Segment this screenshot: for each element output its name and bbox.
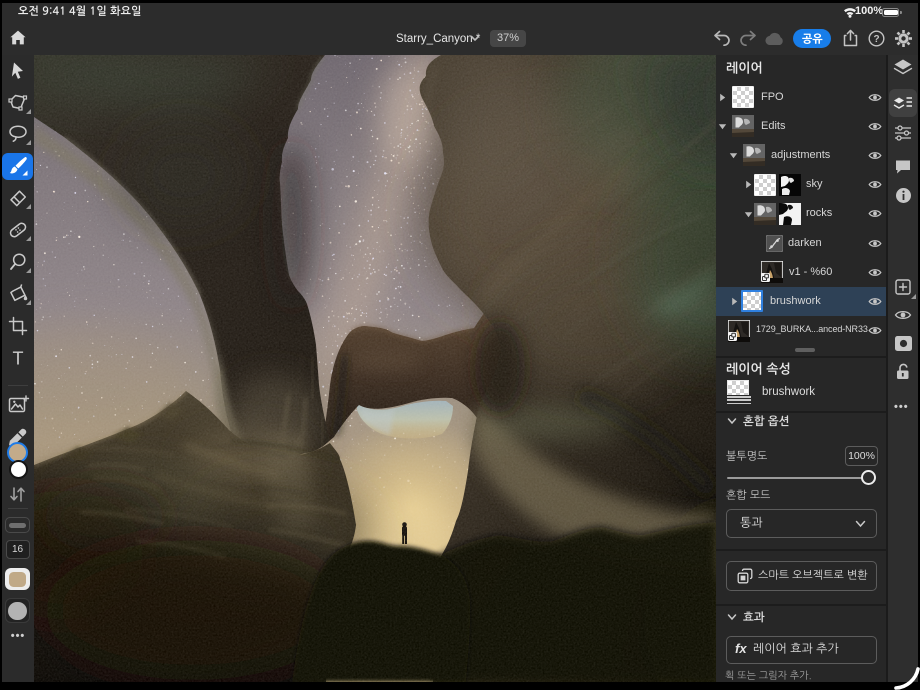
svg-text:?: ?	[873, 34, 879, 45]
svg-text:T: T	[12, 348, 23, 368]
